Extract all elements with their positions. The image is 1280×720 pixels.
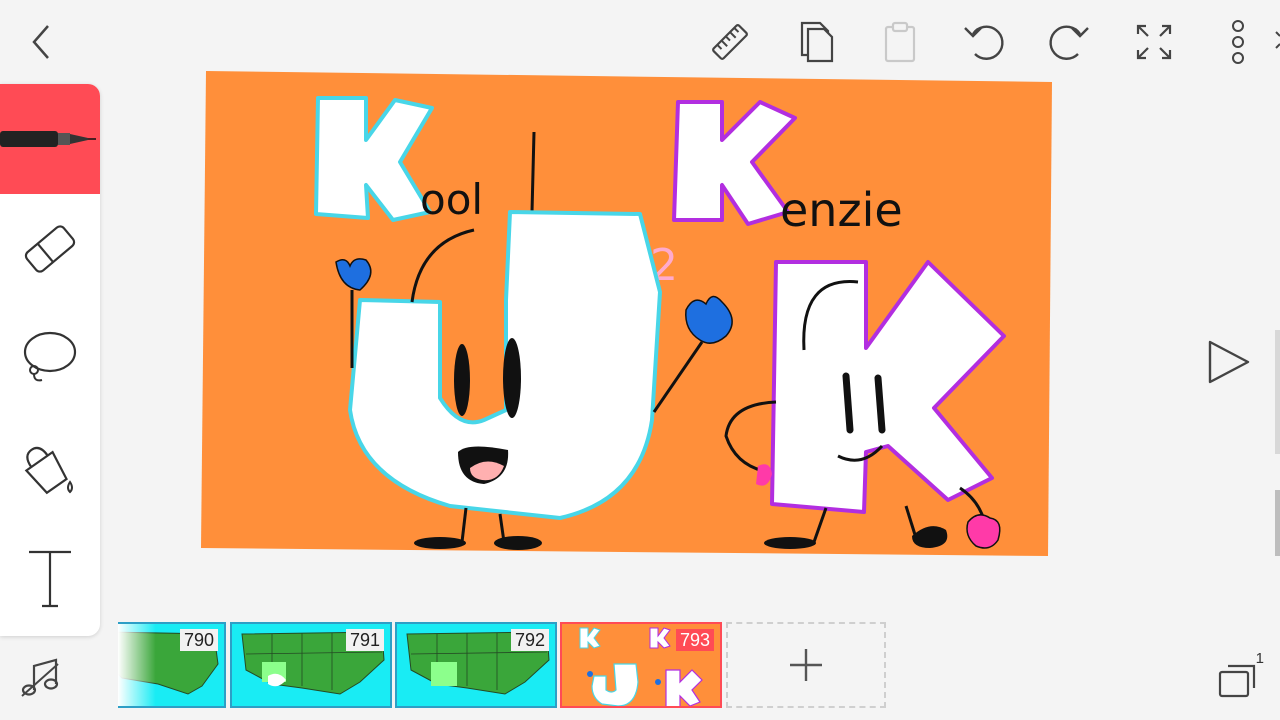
frame-thumbnail[interactable]: 790	[118, 622, 226, 708]
chevron-left-icon	[32, 25, 49, 59]
layers-count: 1	[1255, 650, 1264, 667]
eraser-tool-button[interactable]	[0, 194, 100, 304]
frame-thumbnail[interactable]: 791	[230, 622, 392, 708]
more-button[interactable]	[1214, 18, 1262, 66]
frame-number: 792	[510, 629, 549, 651]
music-note-icon	[21, 658, 59, 697]
frame-number: 790	[179, 629, 218, 651]
more-vertical-icon	[1232, 20, 1244, 64]
copy-button[interactable]	[792, 18, 840, 66]
undo-icon	[964, 25, 1004, 60]
lasso-icon	[23, 331, 77, 382]
eraser-icon	[24, 225, 76, 273]
side-panel-edge-bottom[interactable]	[1275, 490, 1280, 556]
redo-icon	[1049, 25, 1089, 60]
add-frame-button[interactable]	[726, 622, 886, 708]
pen-tool-button[interactable]	[0, 84, 100, 194]
copy-icon	[800, 21, 834, 63]
paint-bucket-icon	[24, 446, 73, 495]
edge-overflow-icon	[1268, 18, 1280, 66]
frame-number: 793	[675, 629, 714, 651]
canvas-drawing-area[interactable]	[202, 70, 1052, 558]
play-button[interactable]	[1196, 330, 1260, 394]
text-tool-button[interactable]	[0, 524, 100, 636]
ruler-button[interactable]	[706, 18, 754, 66]
redo-button[interactable]	[1044, 18, 1092, 66]
frame-number: 791	[345, 629, 384, 651]
frame-thumbnail-active[interactable]: 793	[560, 622, 722, 708]
lasso-tool-button[interactable]	[0, 304, 100, 412]
paste-icon	[884, 21, 916, 63]
undo-button[interactable]	[961, 18, 1009, 66]
side-panel-edge-top[interactable]	[1275, 330, 1280, 454]
frame-thumbnail[interactable]: 792	[395, 622, 557, 708]
tool-palette	[0, 84, 100, 636]
expand-icon	[1136, 24, 1172, 60]
fullscreen-button[interactable]	[1130, 18, 1178, 66]
ruler-icon	[712, 24, 748, 60]
plus-icon	[790, 649, 822, 681]
back-button[interactable]	[18, 18, 66, 66]
partial-icon	[1275, 31, 1280, 49]
fill-tool-button[interactable]	[0, 412, 100, 524]
text-icon	[29, 550, 71, 608]
pen-icon	[0, 131, 96, 147]
music-button[interactable]	[14, 652, 66, 704]
play-icon	[1208, 340, 1250, 384]
paste-button[interactable]	[876, 18, 924, 66]
layers-button[interactable]: 1	[1210, 650, 1266, 704]
